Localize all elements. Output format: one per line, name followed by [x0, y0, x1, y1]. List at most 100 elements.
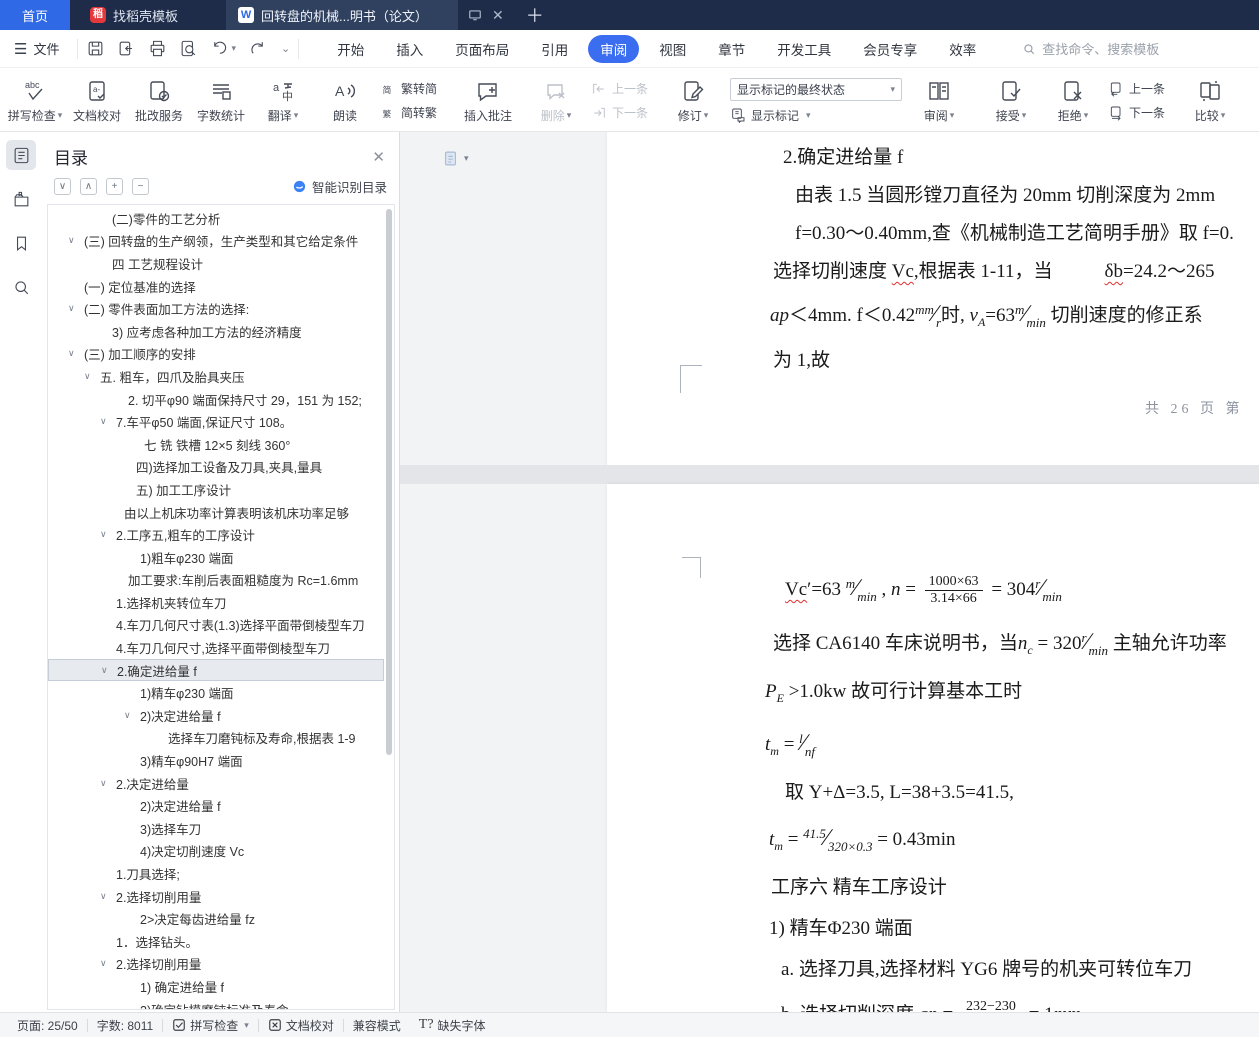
ribbon-插入批注-button[interactable]: 插入批注	[451, 77, 525, 124]
sidebar-nav-search[interactable]	[6, 272, 36, 302]
toc-scrollbar[interactable]	[386, 209, 392, 755]
ribbon-下一条-button[interactable]: 下一条	[1108, 104, 1165, 121]
toc-item[interactable]: 四)选择加工设备及刀具,夹具,量具	[48, 456, 384, 479]
menu-tab-插入[interactable]: 插入	[384, 35, 435, 63]
ribbon-显示标记-button[interactable]: 显示标记 ▾	[730, 107, 902, 124]
toc-item[interactable]: 4.车刀几何尺寸表(1.3)选择平面带倒棱型车刀	[48, 614, 384, 637]
ribbon-比较-button[interactable]: 比较 ▾	[1179, 77, 1241, 124]
ribbon-上一条-button[interactable]: 上一条	[1108, 80, 1165, 97]
toc-item[interactable]: 4)决定切削速度 Vc	[48, 840, 384, 863]
toc-item[interactable]: 1)精车φ230 端面	[48, 681, 384, 704]
chevron-down-icon[interactable]: ∨	[101, 665, 108, 676]
sidebar-nav-bookmark[interactable]	[6, 228, 36, 258]
ribbon-批改服务-button[interactable]: 批改服务	[128, 77, 190, 124]
toolbar-more-button[interactable]: ⌄	[279, 42, 290, 55]
toc-item[interactable]: 选择车刀磨钝标及寿命,根据表 1-9	[48, 727, 384, 750]
toc-item[interactable]: 加工要求:车削后表面粗糙度为 Rc=1.6mm	[48, 569, 384, 592]
command-search[interactable]: 查找命令、搜索模板	[1022, 39, 1159, 58]
toc-item[interactable]: 3)精车φ90H7 端面	[48, 749, 384, 772]
ribbon-文档校对-button[interactable]: a- 文档校对	[66, 77, 128, 124]
save-button[interactable]	[86, 39, 105, 58]
chevron-down-icon[interactable]: ∨	[100, 958, 107, 969]
tab-docer[interactable]: 稻 找稻壳模板	[78, 0, 190, 30]
menu-tab-开发工具[interactable]: 开发工具	[765, 35, 843, 63]
ribbon-拼写检查-button[interactable]: abc 拼写检查 ▾	[4, 77, 66, 124]
menu-tab-引用[interactable]: 引用	[529, 35, 580, 63]
toc-item[interactable]: 2)确定钻模磨钝标准及寿命	[48, 998, 384, 1009]
markup-state-select[interactable]: 显示标记的最终状态 ▾	[730, 77, 903, 101]
toc-item[interactable]: 1) 确定进给量 f	[48, 975, 384, 998]
undo-button[interactable]: ▾	[210, 39, 236, 58]
toc-item[interactable]: ∨ (三) 回转盘的生产纲领，生产类型和其它给定条件	[48, 230, 384, 253]
status-compat-mode[interactable]: 兼容模式	[344, 1017, 410, 1034]
expand-all-button[interactable]: ∧	[80, 178, 97, 195]
sidebar-nav-chapter[interactable]	[6, 184, 36, 214]
toc-item[interactable]: 4.车刀几何尺寸,选择平面带倒棱型车刀	[48, 636, 384, 659]
ribbon-翻译-button[interactable]: a 中翻译 ▾	[252, 77, 314, 124]
chevron-down-icon[interactable]: ∨	[124, 710, 131, 721]
export-button[interactable]	[117, 39, 136, 58]
new-tab-button[interactable]: ＋	[526, 0, 544, 30]
page-quick-menu[interactable]: ▾	[442, 150, 469, 167]
menu-tab-章节[interactable]: 章节	[706, 35, 757, 63]
chevron-down-icon[interactable]: ∨	[68, 303, 75, 314]
status-proofread-button[interactable]: 文档校对	[259, 1017, 343, 1034]
ribbon-繁转简-button[interactable]: 简繁转简	[380, 80, 437, 97]
ribbon-拒绝-button[interactable]: 拒绝 ▾	[1042, 77, 1104, 124]
smart-toc-button[interactable]: 智能识别目录	[292, 177, 387, 196]
ribbon-字数统计-button[interactable]: 字数统计	[190, 77, 252, 124]
ribbon-接受-button[interactable]: 接受 ▾	[980, 77, 1042, 124]
tab-preview-icon[interactable]	[468, 8, 482, 22]
menu-tab-页面布局[interactable]: 页面布局	[443, 35, 521, 63]
chevron-down-icon[interactable]: ∨	[100, 891, 107, 902]
chevron-down-icon[interactable]: ∨	[100, 778, 107, 789]
document-page-25[interactable]: 2.确定进给量 f 由表 1.5 当圆形镗刀直径为 20mm 切削深度为 2mm f…	[607, 132, 1259, 465]
toc-item[interactable]: 2. 切平φ90 端面保持尺寸 29，151 为 152;	[48, 388, 384, 411]
toc-item[interactable]: 1)粗车φ230 端面	[48, 546, 384, 569]
toc-item[interactable]: ∨ 2.确定进给量 f	[48, 658, 384, 682]
toc-item[interactable]: (二)零件的工艺分析	[48, 207, 384, 230]
chevron-down-icon[interactable]: ∨	[84, 371, 91, 382]
collapse-level-button[interactable]: −	[132, 178, 149, 195]
toc-item[interactable]: 1．选择钻头。	[48, 930, 384, 953]
sidebar-nav-toc[interactable]	[6, 140, 36, 170]
toc-item[interactable]: ∨ 2.选择切削用量	[48, 953, 384, 976]
toc-item[interactable]: 3) 应考虑各种加工方法的经济精度	[48, 320, 384, 343]
menu-tab-开始[interactable]: 开始	[325, 35, 376, 63]
print-button[interactable]	[148, 39, 167, 58]
toc-item[interactable]: 1.刀具选择;	[48, 862, 384, 885]
toc-item[interactable]: 2>决定每齿进给量 fz	[48, 907, 384, 930]
document-page-26[interactable]: Vc′=63 m∕min , n = 1000×63 3.14×66 = 304r…	[607, 484, 1259, 1012]
redo-button[interactable]	[248, 39, 267, 58]
toc-item[interactable]: ∨ 7.车平φ50 端面,保证尺寸 108。	[48, 410, 384, 433]
status-spellcheck-toggle[interactable]: 拼写检查 ▾	[163, 1017, 258, 1034]
status-missing-font[interactable]: T? 缺失字体	[410, 1017, 495, 1034]
chevron-down-icon[interactable]: ∨	[100, 416, 107, 427]
toc-item[interactable]: 五) 加工工序设计	[48, 478, 384, 501]
menu-tab-会员专享[interactable]: 会员专享	[851, 35, 929, 63]
toc-item[interactable]: ∨ (三) 加工顺序的安排	[48, 343, 384, 366]
file-menu-button[interactable]: ☰ 文件	[10, 39, 69, 58]
toc-item[interactable]: ∨ 2)决定进给量 f	[48, 704, 384, 727]
toc-item[interactable]: 2)决定进给量 f	[48, 794, 384, 817]
ribbon-修订-button[interactable]: 修订 ▾	[662, 77, 724, 124]
toc-item[interactable]: 1.选择机夹转位车刀	[48, 591, 384, 614]
toc-item[interactable]: ∨ 2.决定进给量	[48, 772, 384, 795]
tab-home[interactable]: 首页	[0, 0, 70, 30]
toc-item[interactable]: (一) 定位基准的选择	[48, 275, 384, 298]
toc-item[interactable]: 由以上机床功率计算表明该机床功率足够	[48, 501, 384, 524]
chevron-down-icon[interactable]: ∨	[100, 529, 107, 540]
close-icon[interactable]: ✕	[372, 148, 385, 166]
menu-tab-审阅[interactable]: 审阅	[588, 34, 640, 63]
toc-item[interactable]: ∨ 五. 粗车，四爪及胎具夹压	[48, 365, 384, 388]
toc-item[interactable]: 七 铣 铁槽 12×5 刻线 360°	[48, 433, 384, 456]
collapse-all-button[interactable]: ∨	[54, 178, 71, 195]
toc-item[interactable]: 3)选择车刀	[48, 817, 384, 840]
chevron-down-icon[interactable]: ∨	[68, 348, 75, 359]
toc-item[interactable]: ∨ (二) 零件表面加工方法的选择:	[48, 297, 384, 320]
chevron-down-icon[interactable]: ∨	[68, 235, 75, 246]
ribbon-审阅-button[interactable]: 审阅 ▾	[908, 77, 970, 124]
tab-close-icon[interactable]: ✕	[492, 7, 504, 24]
ribbon-简转繁-button[interactable]: 繁简转繁	[380, 104, 437, 121]
menu-tab-效率[interactable]: 效率	[937, 35, 988, 63]
